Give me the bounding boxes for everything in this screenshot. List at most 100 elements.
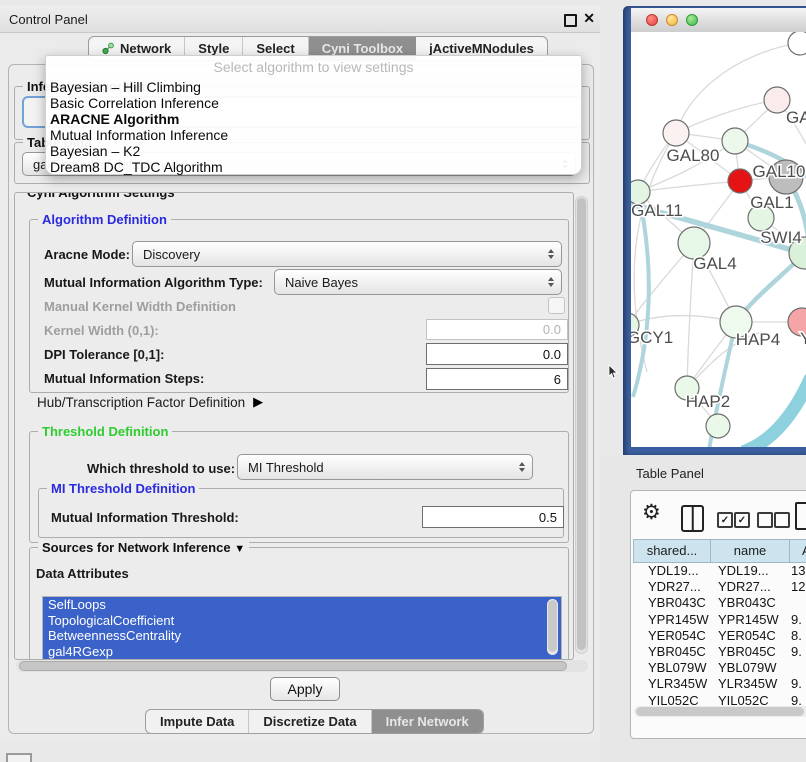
apply-button[interactable]: Apply [270, 677, 340, 701]
table-cell[interactable]: YDL19... [633, 563, 710, 579]
data-attributes-list[interactable]: SelfLoopsTopologicalCoefficientBetweenne… [42, 596, 562, 660]
network-node-gal1[interactable] [728, 169, 752, 193]
table-cell[interactable]: YBL079W [633, 660, 710, 676]
table-cell[interactable]: 9. [789, 644, 806, 660]
tab-discretize-data[interactable]: Discretize Data [249, 710, 371, 733]
hub-definition-expander[interactable]: Hub/Transcription Factor Definition ▶ [37, 394, 263, 410]
table-column-header[interactable]: name [710, 539, 789, 563]
close-icon[interactable]: ✕ [583, 10, 595, 27]
tab-label: jActiveMNodules [429, 41, 534, 56]
table-cell[interactable]: YBR045C [633, 644, 710, 660]
collapse-down-icon[interactable]: ▼ [234, 543, 245, 555]
network-canvas[interactable]: GALGAL80GAL10GAL1GAL11GAL4SWI4GCY1HAP4YH… [631, 32, 806, 447]
table-header-row[interactable]: shared...nameA [633, 539, 806, 563]
table-cell[interactable]: 9. [789, 612, 806, 628]
table-cell[interactable]: YBR043C [633, 595, 710, 611]
algorithm-option[interactable]: Basic Correlation Inference [50, 95, 219, 111]
table-cell[interactable]: YPR145W [710, 612, 789, 628]
aracne-mode-combobox[interactable]: Discovery [132, 241, 562, 267]
table-cell[interactable]: 9. [789, 676, 806, 692]
table-cell[interactable] [789, 660, 806, 676]
table-cell[interactable]: YER054C [633, 628, 710, 644]
table-cell[interactable]: YDR27... [633, 579, 710, 595]
table-cell[interactable]: YBR045C [710, 644, 789, 660]
expand-right-icon[interactable]: ▶ [253, 394, 263, 410]
settings-vertical-scrollbar[interactable] [575, 196, 588, 654]
node-table: shared...nameA YDL19...YDL19...13YDR27..… [633, 539, 806, 709]
table-cell[interactable]: 13 [789, 563, 806, 579]
table-cell[interactable]: 8. [789, 628, 806, 644]
network-node-label: HAP4 [736, 330, 780, 349]
dpi-tolerance-value: 0.0 [543, 347, 561, 362]
dpi-tolerance-field[interactable]: 0.0 [426, 343, 568, 365]
table-cell[interactable] [789, 595, 806, 611]
attribute-list-item[interactable]: gal4RGexp [43, 644, 561, 660]
network-node-gal10[interactable] [722, 128, 748, 154]
export-table-icon[interactable] [795, 502, 806, 530]
which-threshold-combobox[interactable]: MI Threshold [237, 454, 533, 480]
table-cell[interactable]: YDR27... [710, 579, 789, 595]
checked-checkbox-icon[interactable]: ✓ [734, 512, 750, 528]
network-node[interactable] [706, 414, 730, 438]
algorithm-option[interactable]: Dream8 DC_TDC Algorithm [50, 159, 223, 175]
network-node-label: Y [800, 329, 806, 348]
kernel-width-field[interactable]: 0.0 [426, 319, 568, 340]
table-row[interactable]: YBR045CYBR045C9. [633, 644, 806, 660]
algorithm-option[interactable]: ARACNE Algorithm [50, 111, 179, 127]
network-edge [676, 100, 777, 133]
mi-threshold-field[interactable]: 0.5 [422, 506, 564, 528]
minimized-panel-icon[interactable] [6, 753, 32, 762]
network-node[interactable] [788, 32, 806, 55]
table-row[interactable]: YPR145WYPR145W9. [633, 612, 806, 628]
mi-type-combobox[interactable]: Naive Bayes [274, 269, 562, 295]
settings-horizontal-scrollbar[interactable] [16, 660, 588, 672]
minimize-traffic-light-icon[interactable] [666, 14, 678, 26]
checked-checkbox-icon[interactable]: ✓ [717, 512, 733, 528]
table-cell[interactable]: YBL079W [710, 660, 789, 676]
table-horizontal-scrollbar[interactable] [634, 706, 806, 717]
table-cell[interactable]: YLR345W [633, 676, 710, 692]
table-column-header[interactable]: shared... [633, 539, 710, 563]
network-node-gal80[interactable] [663, 120, 689, 146]
sources-legend[interactable]: Sources for Network Inference ▼ [38, 540, 249, 555]
column-visibility-icon[interactable] [681, 505, 704, 532]
table-row[interactable]: YLR345WYLR345W9. [633, 676, 806, 692]
table-cell[interactable]: YLR345W [710, 676, 789, 692]
algorithm-option[interactable]: Bayesian – K2 [50, 143, 140, 159]
table-cell[interactable]: YBR043C [710, 595, 789, 611]
zoom-traffic-light-icon[interactable] [686, 14, 698, 26]
table-panel-title: Table Panel [636, 466, 704, 481]
network-window-titlebar[interactable] [631, 8, 806, 33]
table-cell[interactable]: YPR145W [633, 612, 710, 628]
algorithm-dropdown-popup: Select algorithm to view settings Bayesi… [45, 55, 582, 175]
table-cell[interactable]: YER054C [710, 628, 789, 644]
table-row[interactable]: YBL079WYBL079W [633, 660, 806, 676]
table-row[interactable]: YBR043CYBR043C [633, 595, 806, 611]
table-row[interactable]: YDR27...YDR27...12 [633, 579, 806, 595]
table-column-header[interactable]: A [789, 539, 806, 563]
tab-infer-network[interactable]: Infer Network [372, 710, 483, 733]
algorithm-option[interactable]: Bayesian – Hill Climbing [50, 79, 201, 95]
network-node-label: GCY1 [631, 328, 673, 347]
attribute-list-item[interactable]: TopologicalCoefficient [43, 613, 561, 629]
attribute-list-item[interactable]: BetweennessCentrality [43, 628, 561, 644]
attributes-scrollbar[interactable] [547, 599, 558, 655]
mi-threshold-legend: MI Threshold Definition [47, 481, 199, 496]
algorithm-option[interactable]: Mutual Information Inference [50, 127, 228, 143]
table-cell[interactable]: 12 [789, 579, 806, 595]
mi-steps-field[interactable]: 6 [426, 368, 568, 390]
table-cell[interactable]: YDL19... [710, 563, 789, 579]
table-row[interactable]: YER054CYER054C8. [633, 628, 806, 644]
unchecked-checkbox-icon[interactable] [757, 512, 773, 528]
manual-kernel-checkbox[interactable] [548, 297, 565, 314]
float-window-icon[interactable] [564, 14, 577, 27]
mi-steps-value: 6 [554, 372, 561, 387]
attribute-list-item[interactable]: SelfLoops [43, 597, 561, 613]
cyni-settings-legend: Cyni Algorithm Settings [23, 192, 179, 200]
unchecked-checkbox-icon[interactable] [774, 512, 790, 528]
gear-icon[interactable]: ⚙ [642, 502, 661, 524]
table-row[interactable]: YDL19...YDL19...13 [633, 563, 806, 579]
close-traffic-light-icon[interactable] [646, 14, 658, 26]
tab-impute-data[interactable]: Impute Data [146, 710, 249, 733]
network-edge-highlighted [743, 377, 806, 447]
